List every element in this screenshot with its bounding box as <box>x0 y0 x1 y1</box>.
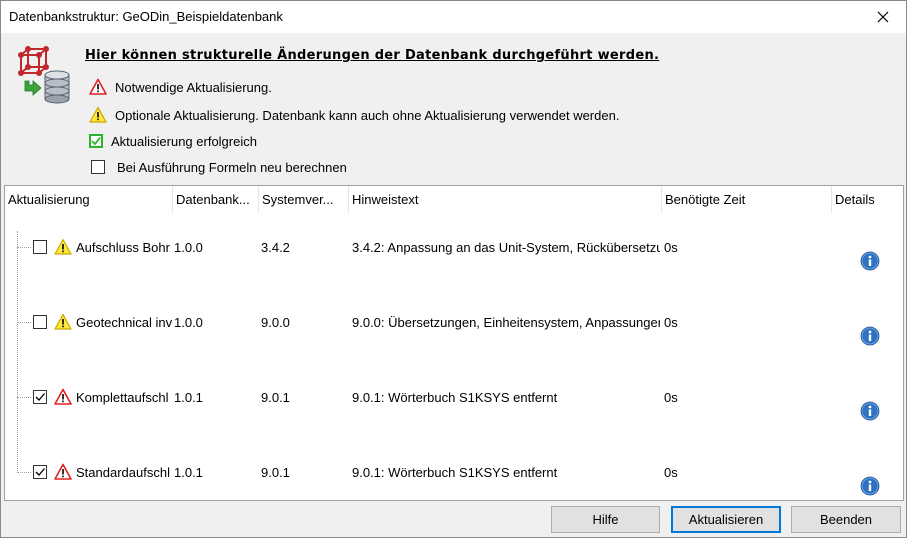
close-button[interactable]: Beenden <box>791 506 901 533</box>
row-checkbox[interactable] <box>33 315 47 329</box>
help-button[interactable]: Hilfe <box>551 506 660 533</box>
title-bar: Datenbankstruktur: GeODin_Beispieldatenb… <box>1 1 906 33</box>
legend-success-label: Aktualisierung erfolgreich <box>111 133 257 149</box>
dialog-window: Datenbankstruktur: GeODin_Beispieldatenb… <box>0 0 907 538</box>
row-sys-version: 9.0.0 <box>261 315 290 330</box>
row-time: 0s <box>664 315 678 330</box>
red-warning-icon <box>54 463 72 480</box>
row-hint: 9.0.1: Wörterbuch S1KSYS entfernt <box>352 465 558 480</box>
red-warning-icon <box>89 78 107 95</box>
table-row[interactable]: Geotechnical inv 1.0.0 9.0.0 9.0.0: Über… <box>5 285 903 360</box>
row-sys-version: 3.4.2 <box>261 240 290 255</box>
update-button[interactable]: Aktualisieren <box>671 506 781 533</box>
legend-required: Notwendige Aktualisierung. <box>89 77 272 97</box>
row-checkbox[interactable] <box>33 390 47 404</box>
row-sys-version: 9.0.1 <box>261 390 290 405</box>
tree-branch <box>17 247 31 248</box>
table-row[interactable]: Komplettaufschl 1.0.1 9.0.1 9.0.1: Wörte… <box>5 360 903 435</box>
yellow-warning-icon <box>54 238 72 255</box>
row-checkbox[interactable] <box>33 465 47 479</box>
info-icon[interactable] <box>860 251 880 271</box>
yellow-warning-icon <box>89 106 107 123</box>
row-hint: 9.0.0: Übersetzungen, Einheitensystem, A… <box>352 315 660 330</box>
yellow-warning-icon <box>54 313 72 330</box>
legend-success: Aktualisierung erfolgreich <box>89 131 257 151</box>
close-window-button[interactable] <box>860 1 906 33</box>
green-check-icon <box>89 134 103 148</box>
column-header-db-version[interactable]: Datenbank... <box>173 186 259 213</box>
column-header-hint[interactable]: Hinweistext <box>349 186 662 213</box>
column-header-sys-version[interactable]: Systemver... <box>259 186 349 213</box>
column-header-time[interactable]: Benötigte Zeit <box>662 186 832 213</box>
row-hint: 3.4.2: Anpassung an das Unit-System, Rüc… <box>352 240 660 255</box>
window-title: Datenbankstruktur: GeODin_Beispieldatenb… <box>9 9 283 24</box>
legend-optional: Optionale Aktualisierung. Datenbank kann… <box>89 105 619 125</box>
row-sys-version: 9.0.1 <box>261 465 290 480</box>
row-name: Komplettaufschl <box>76 390 169 405</box>
row-db-version: 1.0.0 <box>174 240 203 255</box>
red-warning-icon <box>54 388 72 405</box>
row-time: 0s <box>664 390 678 405</box>
row-hint: 9.0.1: Wörterbuch S1KSYS entfernt <box>352 390 558 405</box>
header-area: Hier können strukturelle Änderungen der … <box>1 33 906 185</box>
legend-optional-label: Optionale Aktualisierung. Datenbank kann… <box>115 107 620 123</box>
info-icon[interactable] <box>860 401 880 421</box>
tree-branch <box>17 322 31 323</box>
row-name: Standardaufschl <box>76 465 170 480</box>
page-heading: Hier können strukturelle Änderungen der … <box>85 48 660 63</box>
legend-required-label: Notwendige Aktualisierung. <box>115 79 272 95</box>
recalc-checkbox[interactable] <box>91 160 105 174</box>
database-structure-icon <box>18 46 70 104</box>
tree-branch <box>17 397 31 398</box>
table-row[interactable]: Aufschluss Bohr 1.0.0 3.4.2 3.4.2: Anpas… <box>5 210 903 285</box>
list-header: Aktualisierung Datenbank... Systemver...… <box>5 186 903 213</box>
row-name: Aufschluss Bohr <box>76 240 170 255</box>
row-name: Geotechnical inv <box>76 315 172 330</box>
tree-branch <box>17 472 31 473</box>
update-list[interactable]: Aktualisierung Datenbank... Systemver...… <box>4 185 904 501</box>
row-db-version: 1.0.1 <box>174 390 203 405</box>
column-header-update[interactable]: Aktualisierung <box>5 186 173 213</box>
row-checkbox[interactable] <box>33 240 47 254</box>
row-time: 0s <box>664 240 678 255</box>
recalc-option[interactable]: Bei Ausführung Formeln neu berechnen <box>91 157 347 177</box>
close-icon <box>877 11 889 23</box>
table-row[interactable]: Standardaufschl 1.0.1 9.0.1 9.0.1: Wörte… <box>5 435 903 510</box>
column-header-details[interactable]: Details <box>832 186 903 213</box>
info-icon[interactable] <box>860 326 880 346</box>
info-icon[interactable] <box>860 476 880 496</box>
row-db-version: 1.0.1 <box>174 465 203 480</box>
row-db-version: 1.0.0 <box>174 315 203 330</box>
row-time: 0s <box>664 465 678 480</box>
recalc-label[interactable]: Bei Ausführung Formeln neu berechnen <box>117 160 347 175</box>
